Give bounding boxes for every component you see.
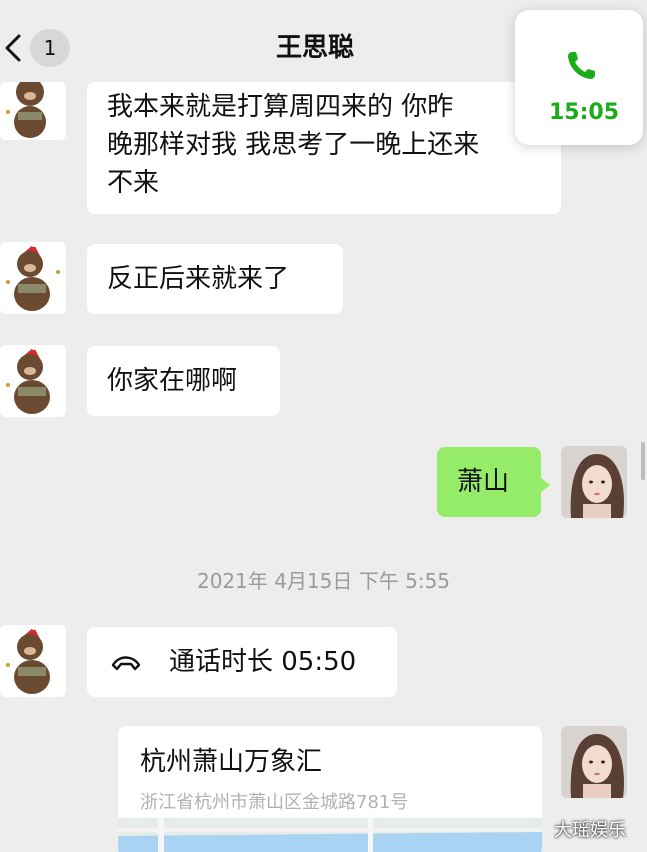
bear-avatar-icon xyxy=(0,345,66,417)
girl-avatar-icon xyxy=(561,446,627,518)
floating-call-widget[interactable]: 15:05 xyxy=(515,10,643,145)
map-preview xyxy=(118,818,542,852)
scrollbar[interactable] xyxy=(641,442,645,480)
message-bubble-incoming[interactable]: 你家在哪啊 xyxy=(87,346,280,416)
hang-up-icon xyxy=(111,656,141,671)
watermark: 大瑶娱乐 xyxy=(554,820,626,841)
phone-icon xyxy=(568,52,595,79)
location-address: 浙江省杭州市萧山区金城路781号 xyxy=(140,792,409,813)
message-line: 晚那样对我 我思考了一晚上还来 xyxy=(107,130,480,160)
message-line: 我本来就是打算周四来的 你昨 xyxy=(107,92,454,122)
my-avatar[interactable] xyxy=(561,446,627,518)
bear-avatar-icon xyxy=(0,242,66,314)
chevron-left-icon xyxy=(5,34,21,62)
call-record-bubble[interactable]: 通话时长 05:50 xyxy=(87,627,397,697)
message-timestamp: 2021年 4月15日 下午 5:55 xyxy=(196,569,451,593)
message-line: 不来 xyxy=(107,168,160,198)
message-bubble-incoming[interactable]: 我本来就是打算周四来的 你昨 晚那样对我 我思考了一晚上还来 不来 xyxy=(87,82,561,214)
contact-avatar[interactable] xyxy=(0,345,66,417)
unread-count-badge[interactable]: 1 xyxy=(30,29,70,67)
bear-avatar-icon xyxy=(0,625,66,697)
chat-title: 王思聪 xyxy=(275,33,354,63)
call-duration-text: 通话时长 05:50 xyxy=(169,647,357,677)
contact-avatar[interactable] xyxy=(0,625,66,697)
location-name: 杭州萧山万象汇 xyxy=(140,747,323,777)
contact-avatar[interactable] xyxy=(0,82,66,140)
bear-avatar-icon xyxy=(0,82,66,140)
map-thumbnail xyxy=(118,818,542,852)
girl-avatar-icon xyxy=(561,726,627,798)
back-button[interactable] xyxy=(2,30,26,66)
my-avatar[interactable] xyxy=(561,726,627,798)
call-timer: 15:05 xyxy=(548,100,620,125)
location-card[interactable]: 杭州萧山万象汇 浙江省杭州市萧山区金城路781号 xyxy=(118,726,542,852)
message-bubble-outgoing[interactable]: 萧山 xyxy=(437,447,550,517)
contact-avatar[interactable] xyxy=(0,242,66,314)
message-bubble-incoming[interactable]: 反正后来就来了 xyxy=(87,244,343,314)
